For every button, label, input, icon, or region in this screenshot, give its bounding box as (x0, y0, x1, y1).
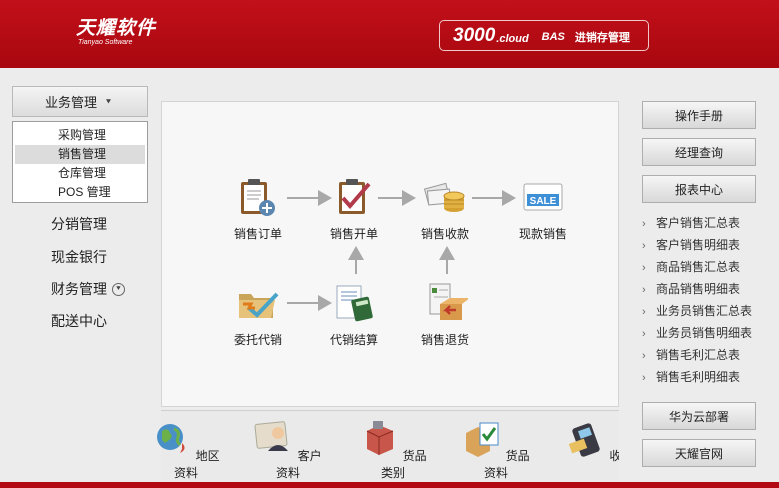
goods-box-icon (367, 421, 394, 455)
report-label: 销售毛利汇总表 (656, 348, 741, 362)
manual-button[interactable]: 操作手册 (642, 101, 756, 129)
sales-flow-panel: 销售订单 销售开单 销售收款 SALE 现款销售 委托代销 代销结算 销售退货 (161, 101, 619, 407)
product-cloud: .cloud (496, 32, 529, 45)
huawei-cloud-button[interactable]: 华为云部署 (642, 402, 756, 430)
product-bas: BAS (541, 31, 565, 43)
flow-node-sales-order[interactable]: 销售订单 (218, 174, 298, 241)
folder-check-icon (239, 292, 279, 318)
pos-terminal-icon (568, 423, 600, 457)
official-site-label: 天耀官网 (674, 446, 723, 461)
bottom-item-payment[interactable]: 收付款 (566, 419, 619, 464)
nav-item-finance[interactable]: 财务管理 ⯆ (51, 279, 125, 299)
customer-card-icon (254, 421, 289, 451)
clipboard-add-icon (241, 179, 275, 216)
chevron-right-icon: › (642, 284, 646, 296)
submenu-item-pos[interactable]: POS 管理 (15, 183, 145, 202)
clipboard-check-icon (339, 179, 371, 214)
bottom-item-goods-info[interactable]: 货品资料 (461, 419, 531, 481)
business-management-label: 业务管理 (44, 95, 97, 110)
globe-icon (157, 424, 185, 453)
flow-node-sales-collection[interactable]: 销售收款 (405, 174, 485, 241)
flow-node-consignment-settlement[interactable]: 代销结算 (314, 280, 394, 347)
report-list: › 客户销售汇总表 › 客户销售明细表 › 商品销售汇总表 › 商品销售明细表 › 业务员… (642, 212, 772, 388)
submenu-item-sales[interactable]: 销售管理 (15, 145, 145, 164)
app-header: 天耀软件 Tianyao Software 3000 .cloud BAS 进销… (0, 0, 779, 68)
report-label: 客户销售明细表 (656, 238, 741, 252)
report-center-button[interactable]: 报表中心 (642, 175, 756, 203)
nav-label: 财务管理 (51, 281, 107, 297)
report-label: 商品销售明细表 (656, 282, 741, 296)
report-label: 业务员销售明细表 (656, 326, 753, 340)
flow-arrows (287, 190, 516, 311)
nav-item-delivery[interactable]: 配送中心 (51, 311, 107, 331)
invoice-calculator-icon (336, 285, 373, 322)
chevron-circle-down-icon: ⯆ (112, 282, 125, 296)
product-number: 3000 (453, 24, 496, 46)
report-link-customer-sales-summary[interactable]: › 客户销售汇总表 (642, 212, 772, 234)
flow-node-label: 委托代销 (233, 333, 282, 347)
return-goods-icon (429, 283, 470, 320)
flow-node-label: 销售收款 (420, 227, 469, 241)
bottom-toolbar: 地区资料 客户资料 货品类别 货品资料 收付款 (157, 410, 619, 481)
report-link-gross-profit-detail[interactable]: › 销售毛利明细表 (642, 366, 772, 388)
chevron-right-icon: › (642, 372, 646, 384)
flow-node-cash-sale[interactable]: SALE 现款销售 (503, 174, 583, 241)
report-link-gross-profit-summary[interactable]: › 销售毛利汇总表 (642, 344, 772, 366)
report-link-salesperson-detail[interactable]: › 业务员销售明细表 (642, 322, 772, 344)
sale-tag-icon: SALE (523, 183, 563, 211)
submenu-item-warehouse[interactable]: 仓库管理 (15, 164, 145, 183)
submenu-item-purchase[interactable]: 采购管理 (15, 126, 145, 145)
bottom-item-label: 收付款 (609, 449, 619, 463)
sale-tag-text: SALE (530, 196, 557, 207)
company-logo: 天耀软件 Tianyao Software (76, 17, 156, 47)
manager-query-button[interactable]: 经理查询 (642, 138, 756, 166)
double-chevron-down-icon: ⯆ (104, 96, 113, 107)
bottom-item-customer[interactable]: 客户资料 (253, 419, 323, 481)
product-badge: 3000 .cloud BAS 进销存管理 (439, 20, 649, 51)
report-link-customer-sales-detail[interactable]: › 客户销售明细表 (642, 234, 772, 256)
flow-node-consignment[interactable]: 委托代销 (218, 280, 298, 347)
report-link-goods-sales-detail[interactable]: › 商品销售明细表 (642, 278, 772, 300)
chevron-right-icon: › (642, 240, 646, 252)
nav-label: 配送中心 (51, 313, 107, 329)
report-label: 客户销售汇总表 (656, 216, 741, 230)
report-label: 销售毛利明细表 (656, 370, 741, 384)
report-link-salesperson-summary[interactable]: › 业务员销售汇总表 (642, 300, 772, 322)
flow-node-label: 现款销售 (518, 227, 567, 241)
chevron-right-icon: › (642, 218, 646, 230)
bills-and-coins-icon (423, 182, 465, 212)
bottom-item-goods-category[interactable]: 货品类别 (358, 419, 428, 481)
report-label: 业务员销售汇总表 (656, 304, 753, 318)
nav-label: 现金银行 (51, 249, 107, 265)
chevron-right-icon: › (642, 328, 646, 340)
report-link-goods-sales-summary[interactable]: › 商品销售汇总表 (642, 256, 772, 278)
nav-label: 分销管理 (51, 216, 107, 232)
footer-bar (0, 482, 779, 488)
nav-item-distribution[interactable]: 分销管理 (51, 214, 107, 234)
huawei-cloud-label: 华为云部署 (668, 409, 729, 424)
flow-node-label: 销售退货 (420, 333, 469, 347)
product-name: 进销存管理 (574, 32, 630, 44)
bottom-item-region[interactable]: 地区资料 (151, 419, 221, 481)
business-submenu: 采购管理 销售管理 仓库管理 POS 管理 (12, 121, 148, 203)
report-center-label: 报表中心 (674, 182, 723, 197)
logo-cn: 天耀软件 (76, 17, 157, 39)
manual-label: 操作手册 (674, 108, 723, 123)
official-site-button[interactable]: 天耀官网 (642, 439, 756, 467)
flow-node-sales-return[interactable]: 销售退货 (405, 280, 485, 347)
logo-en: Tianyao Software (78, 39, 133, 46)
chevron-right-icon: › (642, 350, 646, 362)
report-label: 商品销售汇总表 (656, 260, 741, 274)
flow-node-sales-invoice[interactable]: 销售开单 (314, 174, 394, 241)
flow-node-label: 销售开单 (329, 227, 378, 241)
nav-item-cash-bank[interactable]: 现金银行 (51, 247, 107, 267)
business-management-button[interactable]: 业务管理 ⯆ (12, 86, 148, 117)
manager-query-label: 经理查询 (674, 145, 723, 160)
chevron-right-icon: › (642, 262, 646, 274)
chevron-right-icon: › (642, 306, 646, 318)
flow-node-label: 销售订单 (233, 227, 282, 241)
flow-node-label: 代销结算 (329, 333, 378, 347)
goods-check-icon (466, 422, 499, 457)
